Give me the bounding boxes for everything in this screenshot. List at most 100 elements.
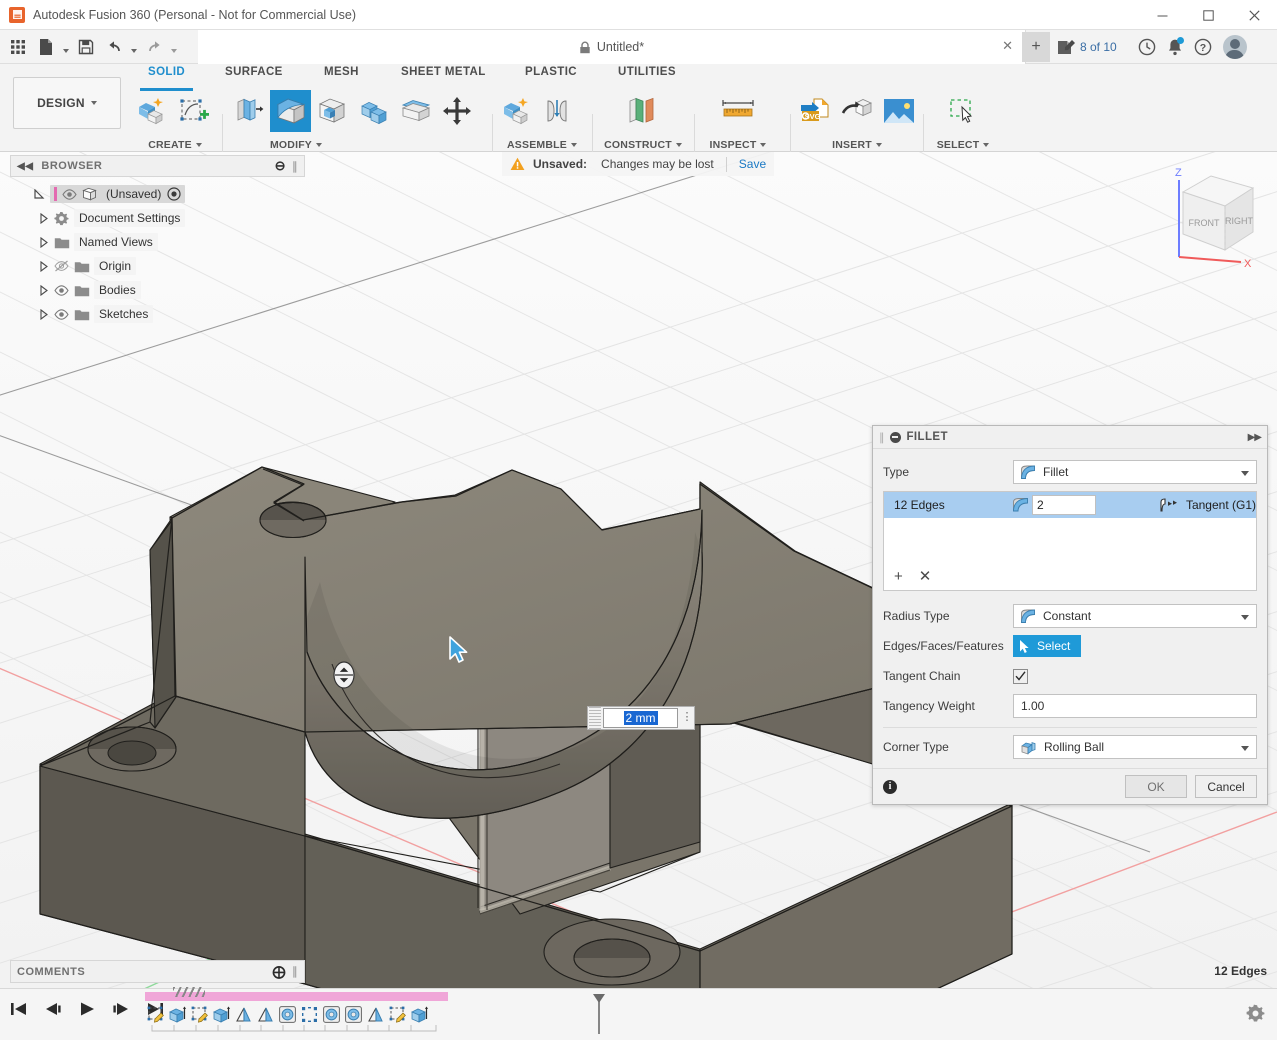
inspect-measure-icon[interactable] (717, 90, 759, 132)
insert-derive-icon[interactable] (836, 90, 878, 132)
timeline-feature-sketch[interactable] (387, 1003, 408, 1025)
redo-dropdown[interactable] (168, 30, 180, 64)
modify-fillet-icon[interactable] (270, 90, 312, 132)
help-icon[interactable]: ? (1189, 30, 1217, 64)
timeline-settings-button[interactable] (1243, 1001, 1267, 1025)
radius-input[interactable]: 2 (1032, 495, 1096, 515)
undo-icon[interactable] (100, 30, 128, 64)
tree-item-bodies[interactable]: Bodies (10, 278, 305, 302)
modify-press-pull-icon[interactable] (228, 90, 270, 132)
timeline-feature-sketch[interactable] (189, 1003, 210, 1025)
activate-component-icon[interactable] (167, 187, 181, 201)
document-tab[interactable]: Untitled* ✕ (198, 30, 1026, 64)
dimension-value-field[interactable]: 2 mm (603, 708, 678, 728)
timeline-end-marker[interactable] (591, 994, 605, 1034)
panel-label-modify[interactable]: MODIFY (256, 139, 336, 151)
minus-circle-icon[interactable]: ⊖ (275, 158, 286, 174)
timeline-feature-extrude[interactable] (167, 1003, 188, 1025)
new-document-dropdown[interactable] (60, 30, 72, 64)
dialog-title-bar[interactable]: ∥ FILLET ▶▶ (873, 426, 1267, 449)
new-document-icon[interactable] (32, 30, 60, 64)
edge-selection-list[interactable]: 12 Edges 2 Tangent (G1) (883, 491, 1257, 591)
create-sketch-icon[interactable] (173, 90, 215, 132)
dimension-options-icon[interactable]: ⋮ (680, 713, 694, 722)
insert-canvas-icon[interactable] (878, 90, 920, 132)
tab-sheet-metal[interactable]: SHEET METAL (401, 66, 486, 88)
expander-icon[interactable] (38, 309, 54, 320)
new-tab-button[interactable]: + (1022, 32, 1050, 62)
timeline-feature-sketch[interactable] (145, 1003, 166, 1025)
timeline-feature-chamfer[interactable] (255, 1003, 276, 1025)
panel-label-assemble[interactable]: ASSEMBLE (496, 139, 588, 151)
save-link[interactable]: Save (739, 157, 766, 171)
panel-grip[interactable]: ∥ (292, 965, 298, 978)
step-forward-button[interactable] (110, 997, 132, 1021)
ok-button[interactable]: OK (1125, 775, 1187, 798)
modify-split-face-icon[interactable] (395, 90, 437, 132)
tree-item-named-views[interactable]: Named Views (10, 230, 305, 254)
create-extrude-icon[interactable] (131, 90, 173, 132)
panel-label-create[interactable]: CREATE (131, 139, 219, 151)
construct-offset-plane-icon[interactable] (622, 90, 664, 132)
expander-icon[interactable] (34, 189, 50, 200)
select-button[interactable]: Select (1013, 635, 1081, 657)
double-arrow-left-icon[interactable]: ◀◀ (17, 161, 33, 172)
panel-label-inspect[interactable]: INSPECT (698, 139, 778, 151)
step-back-button[interactable] (42, 997, 64, 1021)
workspace-switcher[interactable]: DESIGN (13, 77, 121, 129)
timeline-feature-extrude[interactable] (409, 1003, 430, 1025)
fillet-dialog[interactable]: ∥ FILLET ▶▶ Type Fillet (872, 425, 1268, 805)
3d-viewport[interactable]: ◀◀ BROWSER ⊖ ∥ (0, 152, 1277, 988)
job-status-icon[interactable] (1056, 39, 1076, 56)
assemble-joint-icon[interactable] (538, 90, 580, 132)
tangent-chain-checkbox[interactable] (1013, 669, 1028, 684)
tangency-weight-input[interactable]: 1.00 (1013, 694, 1257, 718)
grid-apps-icon[interactable] (4, 30, 32, 64)
tree-item-unsaved[interactable]: (Unsaved) (10, 182, 305, 206)
undo-dropdown[interactable] (128, 30, 140, 64)
close-button[interactable] (1231, 0, 1277, 30)
visibility-icon[interactable] (54, 309, 74, 320)
panel-label-construct[interactable]: CONSTRUCT (597, 139, 689, 151)
expand-right-icon[interactable]: ▶▶ (1248, 432, 1261, 443)
panel-label-insert[interactable]: INSERT (794, 139, 920, 151)
plus-circle-icon[interactable]: ⨁ (273, 964, 287, 980)
go-to-beginning-button[interactable] (8, 997, 30, 1021)
timeline-feature-hole[interactable] (321, 1003, 342, 1025)
timeline-feature-extrude[interactable] (211, 1003, 232, 1025)
minimize-dialog-icon[interactable] (890, 432, 901, 443)
corner-type-select[interactable]: Rolling Ball (1013, 735, 1257, 759)
close-tab-button[interactable]: ✕ (1002, 39, 1013, 52)
modify-combine-icon[interactable] (353, 90, 395, 132)
visibility-icon[interactable] (62, 189, 82, 200)
info-icon[interactable]: i (883, 780, 897, 794)
maximize-button[interactable] (1185, 0, 1231, 30)
browser-header[interactable]: ◀◀ BROWSER ⊖ ∥ (10, 155, 305, 177)
tab-plastic[interactable]: PLASTIC (525, 66, 577, 88)
remove-selection-button[interactable]: ✕ (919, 569, 932, 584)
panel-label-select[interactable]: SELECT (928, 139, 998, 151)
add-selection-button[interactable]: + (894, 569, 903, 584)
timeline-feature-chamfer[interactable] (233, 1003, 254, 1025)
modify-move-copy-icon[interactable] (436, 90, 478, 132)
timeline-feature-pattern[interactable] (299, 1003, 320, 1025)
expander-icon[interactable] (38, 285, 54, 296)
bell-icon[interactable] (1161, 30, 1189, 64)
tree-item-origin[interactable]: Origin (10, 254, 305, 278)
tab-utilities[interactable]: UTILITIES (618, 66, 676, 88)
tab-surface[interactable]: SURFACE (225, 66, 283, 88)
drag-handle[interactable] (589, 707, 601, 729)
cancel-button[interactable]: Cancel (1195, 775, 1257, 798)
expander-icon[interactable] (38, 213, 54, 224)
timeline-track[interactable] (145, 992, 450, 1033)
clock-icon[interactable] (1133, 30, 1161, 64)
modify-shell-icon[interactable] (311, 90, 353, 132)
timeline-feature-chamfer[interactable] (365, 1003, 386, 1025)
comments-panel[interactable]: COMMENTS ⨁ ∥ (10, 960, 305, 983)
edge-list-row[interactable]: 12 Edges 2 Tangent (G1) (884, 492, 1256, 518)
type-select[interactable]: Fillet (1013, 460, 1257, 484)
tree-item-sketches[interactable]: Sketches (10, 302, 305, 326)
dimension-input[interactable]: 2 mm ⋮ (587, 706, 695, 730)
play-button[interactable] (76, 997, 98, 1021)
tab-solid[interactable]: SOLID (148, 66, 185, 88)
